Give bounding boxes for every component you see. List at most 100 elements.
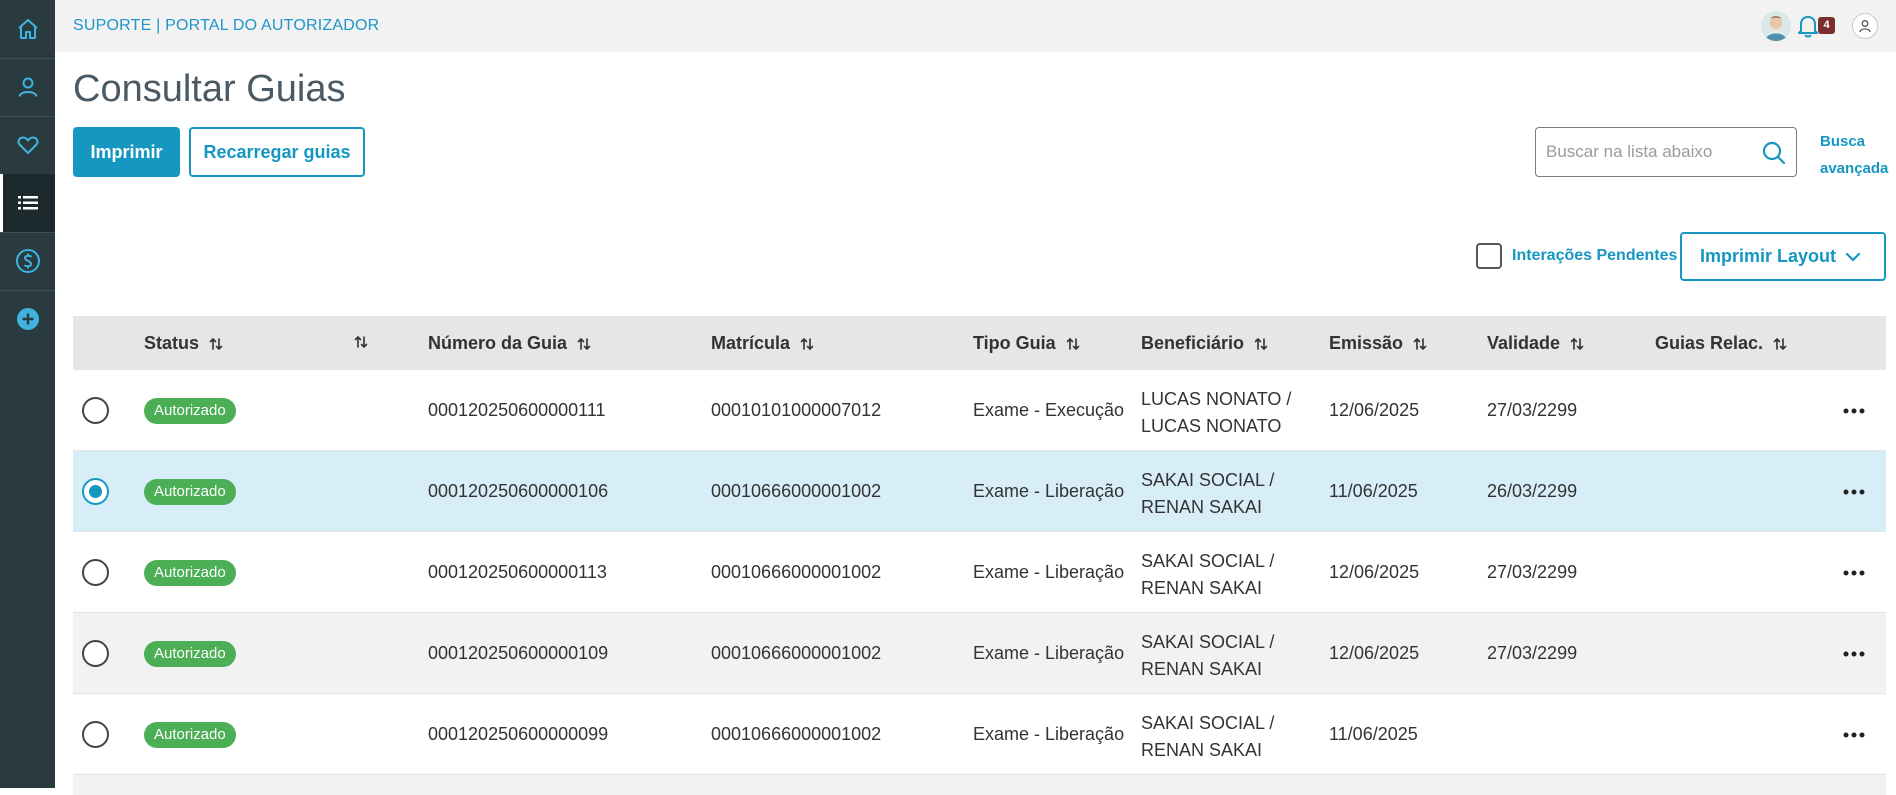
cell-emissao: 11/06/2025	[1329, 481, 1418, 501]
notification-count-badge: 4	[1818, 17, 1835, 34]
cell-tipo: Exame - Liberação	[973, 724, 1125, 744]
cell-tipo: Exame - Liberação	[973, 643, 1125, 663]
pending-interactions-label[interactable]: Interações Pendentes	[1512, 247, 1677, 265]
table-row[interactable]: Autorizado 000120250600000113 0001066600…	[73, 532, 1886, 613]
plus-circle-icon	[16, 308, 39, 330]
cell-emissao: 12/06/2025	[1329, 400, 1420, 420]
cell-validade: 26/03/2299	[1487, 481, 1578, 501]
sort-icon	[209, 337, 223, 350]
sidebar-item-new[interactable]	[0, 290, 55, 348]
column-header-validade[interactable]: Validade	[1487, 333, 1584, 354]
more-options-icon[interactable]	[1843, 407, 1865, 415]
cell-validade: 27/03/2299	[1487, 400, 1578, 420]
column-header-emissao[interactable]: Emissão	[1329, 333, 1427, 354]
user-icon	[1859, 20, 1871, 33]
cell-matricula: 00010101000007012	[711, 400, 882, 420]
sidebar-item-guias[interactable]	[0, 174, 55, 232]
beneficiario-line2: RENAN SAKAI	[1141, 740, 1263, 760]
sort-icon	[1570, 337, 1584, 350]
column-label: Guias Relac.	[1655, 333, 1764, 353]
sidebar-item-financeiro[interactable]	[0, 232, 55, 290]
more-options-icon[interactable]	[1843, 731, 1865, 739]
cell-emissao: 12/06/2025	[1329, 562, 1420, 582]
cell-numero: 000120250600000113	[428, 562, 607, 582]
list-icon	[17, 196, 38, 210]
cell-beneficiario: SAKAI SOCIAL / RENAN SAKAI	[1141, 629, 1274, 683]
print-button[interactable]: Imprimir	[73, 127, 180, 177]
status-badge: Autorizado	[144, 641, 236, 667]
print-layout-label: Imprimir Layout	[1700, 246, 1837, 266]
column-label: Beneficiário	[1141, 333, 1245, 353]
column-header-guias-relac[interactable]: Guias Relac.	[1655, 333, 1787, 354]
guias-table: Status Número da Guia Matrícula Tipo Gui…	[73, 316, 1886, 795]
print-layout-dropdown[interactable]: Imprimir Layout	[1680, 232, 1886, 281]
cell-matricula: 00010666000001002	[711, 562, 882, 582]
table-row[interactable]: Autorizado 000120250600000099 0001066600…	[73, 694, 1886, 775]
row-select-radio[interactable]	[82, 478, 109, 505]
row-select-radio[interactable]	[82, 721, 109, 748]
reload-button[interactable]: Recarregar guias	[189, 127, 365, 177]
beneficiario-line2: RENAN SAKAI	[1141, 659, 1263, 679]
sort-icon	[800, 337, 814, 350]
search-input[interactable]	[1546, 140, 1751, 164]
table-row[interactable]: Autorizado 000120250600000111 0001010100…	[73, 370, 1886, 451]
cell-beneficiario: LUCAS NONATO / LUCAS NONATO	[1141, 386, 1291, 440]
search-button[interactable]	[1761, 140, 1787, 171]
column-label: Número da Guia	[428, 333, 568, 353]
cell-beneficiario: SAKAI SOCIAL / RENAN SAKAI	[1141, 710, 1274, 764]
cell-matricula: 00010666000001002	[711, 724, 882, 744]
cell-beneficiario: SAKAI SOCIAL / RENAN SAKAI	[1141, 467, 1274, 521]
table-row[interactable]	[73, 775, 1886, 795]
sidebar-item-user[interactable]	[0, 58, 55, 116]
pending-interactions-checkbox[interactable]	[1476, 243, 1502, 269]
cell-numero: 000120250600000099	[428, 724, 609, 744]
column-label: Validade	[1487, 333, 1561, 353]
row-select-radio[interactable]	[82, 397, 109, 424]
top-bar: SUPORTE | PORTAL DO AUTORIZADOR 4	[55, 0, 1896, 52]
column-header-status[interactable]: Status	[144, 333, 223, 354]
sort-icon	[1066, 337, 1079, 350]
sidebar	[0, 0, 55, 788]
beneficiario-line1: LUCAS NONATO /	[1141, 389, 1292, 409]
cell-numero: 000120250600000109	[428, 643, 609, 663]
user-menu-button[interactable]	[1852, 13, 1878, 39]
sidebar-item-home[interactable]	[0, 0, 55, 58]
sidebar-item-favorites[interactable]	[0, 116, 55, 174]
column-header-tipo[interactable]: Tipo Guia	[973, 333, 1080, 354]
row-select-radio[interactable]	[82, 559, 109, 586]
home-icon	[17, 19, 38, 39]
notifications-button[interactable]	[1796, 13, 1820, 44]
table-row[interactable]: Autorizado 000120250600000106 0001066600…	[73, 451, 1886, 532]
sort-icon	[1413, 337, 1427, 350]
more-options-icon[interactable]	[1843, 569, 1865, 577]
column-label: Tipo Guia	[973, 333, 1056, 353]
cell-validade: 27/03/2299	[1487, 643, 1578, 663]
sort-icon	[1773, 337, 1787, 350]
status-badge: Autorizado	[144, 479, 236, 505]
status-badge: Autorizado	[144, 398, 236, 424]
beneficiario-line2: RENAN SAKAI	[1141, 578, 1263, 598]
more-options-icon[interactable]	[1843, 488, 1865, 496]
avatar[interactable]	[1761, 11, 1791, 41]
cell-numero: 000120250600000106	[428, 481, 609, 501]
row-select-radio[interactable]	[82, 640, 109, 667]
more-options-icon[interactable]	[1843, 650, 1865, 658]
app-title[interactable]: SUPORTE | PORTAL DO AUTORIZADOR	[73, 17, 379, 35]
chevron-down-icon	[1845, 252, 1861, 262]
column-header-unnamed[interactable]	[354, 334, 368, 355]
column-label: Status	[144, 333, 200, 353]
beneficiario-line1: SAKAI SOCIAL /	[1141, 470, 1275, 490]
column-header-numero[interactable]: Número da Guia	[428, 333, 591, 354]
cell-matricula: 00010666000001002	[711, 481, 882, 501]
advanced-search-link[interactable]: Busca avançada	[1820, 128, 1896, 182]
sort-icon	[577, 337, 591, 350]
advanced-search-line1: Busca	[1820, 133, 1866, 150]
column-header-matricula[interactable]: Matrícula	[711, 333, 814, 354]
cell-validade: 27/03/2299	[1487, 562, 1578, 582]
status-badge: Autorizado	[144, 560, 236, 586]
beneficiario-line2: RENAN SAKAI	[1141, 497, 1263, 517]
beneficiario-line1: SAKAI SOCIAL /	[1141, 632, 1275, 652]
heart-icon	[17, 136, 38, 154]
column-header-beneficiario[interactable]: Beneficiário	[1141, 333, 1268, 354]
table-row[interactable]: Autorizado 000120250600000109 0001066600…	[73, 613, 1886, 694]
